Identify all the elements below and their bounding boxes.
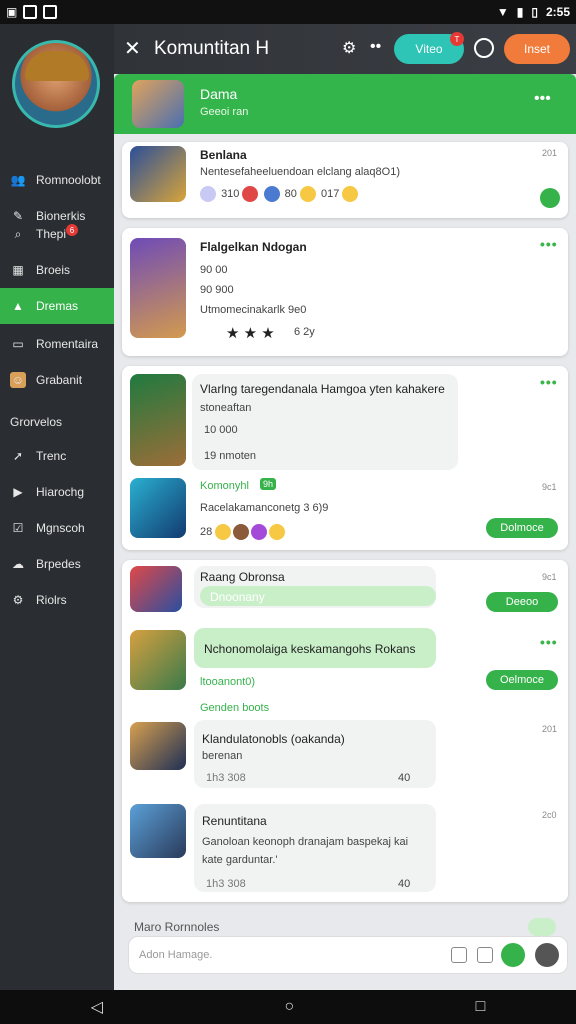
post-card[interactable]: Benlana Nentesefaheeluendoan elclang ala… [122, 142, 568, 218]
send-icon[interactable] [501, 943, 525, 967]
avatar-icon: ☺ [10, 372, 26, 388]
close-icon[interactable]: ✕ [124, 36, 141, 61]
notification-icon [23, 5, 38, 19]
notification-icon [43, 5, 58, 19]
sidebar-item-0[interactable]: 👥 Romnoolobt [0, 162, 120, 198]
sidebar-item-12[interactable]: ⚙ Riolrs [0, 582, 120, 618]
post-title: Vlarlng taregendanala Hamgoa yten kahake… [200, 382, 445, 396]
more-rooms-label: Maro Rornnoles [134, 920, 220, 934]
avatar[interactable] [535, 943, 559, 967]
people-icon: 👥 [10, 173, 26, 187]
grid-icon: ▦ [12, 263, 24, 277]
tent-icon: ▲ [12, 299, 24, 313]
emoji-icon [342, 186, 359, 202]
top-bar: ✕ Komuntitan H ⚙ •• Viteo T Inset [114, 24, 576, 74]
group-header: Dama Geeoi ran ••• [114, 74, 576, 134]
signal-icon: ▮ [516, 5, 524, 19]
more-icon[interactable]: ••• [540, 374, 558, 390]
post-card[interactable]: Flalgelkan Ndogan 90 00 90 900 Utmomecin… [122, 228, 568, 356]
rating-stars: ★ ★ ★ [226, 325, 275, 342]
post-title: Benlana [200, 148, 247, 162]
more-icon[interactable]: ••• [540, 236, 558, 252]
group-avatar [132, 80, 184, 128]
post-meta: 201 [542, 148, 558, 158]
post-thumb [130, 374, 186, 466]
app-icon: ▣ [6, 5, 18, 19]
page-title: Komuntitan H [154, 38, 270, 59]
post-thumb [130, 722, 186, 770]
more-icon[interactable]: ••• [534, 90, 551, 108]
sidebar-item-4[interactable]: ▲ Dremas [0, 288, 120, 324]
sidebar-item-5[interactable]: ▭ Romentaira [0, 326, 120, 362]
play-icon: ▶ [13, 485, 23, 499]
attach-icon[interactable] [451, 947, 467, 963]
sidebar-item-6[interactable]: ☺ Grabanit [0, 362, 120, 398]
group-sub: Geeoi ran [200, 106, 249, 118]
notification-badge: 6 [66, 224, 78, 236]
more-icon[interactable]: ••• [540, 634, 558, 650]
emoji-icon [263, 186, 280, 202]
back-icon[interactable]: ◁ [91, 997, 103, 1017]
share-icon[interactable] [540, 188, 560, 208]
sidebar-item-9[interactable]: ▶ Hiarochg [0, 474, 120, 510]
post-thumb [130, 566, 182, 612]
welcome-button[interactable]: Oelmoce [486, 670, 558, 690]
settings-icon: ⚙ [12, 593, 24, 607]
emoji-icon [233, 524, 250, 540]
share-icon: ➚ [12, 449, 24, 463]
sidebar-item-11[interactable]: ☁ Brpedes [0, 546, 120, 582]
badge-count: T [450, 32, 464, 46]
post-thumb [130, 804, 186, 858]
image-icon[interactable] [477, 947, 493, 963]
profile-avatar[interactable] [12, 40, 100, 128]
reaction-row: 310 80 017 [200, 186, 360, 202]
sidebar-item-8[interactable]: ➚ Trenc [0, 438, 120, 474]
circle-icon[interactable] [474, 38, 494, 58]
post-thumb [130, 238, 186, 338]
group-name: Dama [200, 86, 238, 102]
emoji-icon [269, 524, 286, 540]
emoji-icon [215, 524, 232, 540]
check-icon: ☑ [12, 521, 24, 535]
post-thumb [130, 630, 186, 690]
sidebar-item-3[interactable]: ▦ Broeis [0, 252, 120, 288]
sidebar: 👥 Romnoolobt ✎ Bionerkis ⌕ Thepi 6 ▦ Broeis ▲… [0, 24, 120, 990]
search-icon: ⌕ [14, 226, 22, 241]
status-bar: ▣ ▼ ▮ ▯ 2:55 [0, 0, 576, 24]
toggle-icon[interactable] [528, 918, 556, 936]
emoji-icon [251, 524, 268, 540]
post-card[interactable]: Vlarlng taregendanala Hamgoa yten kahake… [122, 366, 568, 550]
sidebar-item-7[interactable]: Grorvelos [0, 404, 120, 440]
message-input[interactable]: Adon Hamage. [128, 936, 568, 974]
post-thumb [130, 146, 186, 202]
reaction-row: 28 [200, 524, 287, 540]
main-feed: Dama Geeoi ran ••• Benlana Nentesefaheel… [114, 74, 576, 990]
cloud-icon: ☁ [12, 557, 24, 571]
clock: 2:55 [545, 5, 570, 19]
wifi-icon: ▼ [496, 5, 509, 19]
battery-icon: ▯ [531, 5, 538, 19]
insert-button[interactable]: Inset [504, 34, 570, 64]
recents-icon[interactable]: □ [476, 998, 486, 1016]
post-thumb [130, 478, 186, 538]
more-icon[interactable]: •• [370, 38, 381, 56]
home-icon[interactable]: ○ [284, 998, 294, 1016]
sidebar-item-10[interactable]: ☑ Mgnscoh [0, 510, 120, 546]
emoji-icon [200, 186, 216, 202]
welcome-button[interactable]: Dolmoce [486, 518, 558, 538]
post-card[interactable]: Raang Obronsa Dnoonany 9c1 Deeoo Nchonom… [122, 560, 568, 902]
deeoo-button[interactable]: Deeoo [486, 592, 558, 612]
emoji-icon [299, 186, 316, 202]
post-title: Flalgelkan Ndogan [200, 240, 307, 254]
post-line: Nentesefaheeluendoan elclang alaq8O1) [200, 166, 400, 178]
nav-bar: ◁ ○ □ [0, 990, 576, 1024]
note-icon: ▭ [12, 337, 24, 351]
emoji-icon [242, 186, 259, 202]
sidebar-item-2[interactable]: ⌕ Thepi 6 [0, 216, 120, 252]
gear-icon[interactable]: ⚙ [342, 38, 356, 58]
